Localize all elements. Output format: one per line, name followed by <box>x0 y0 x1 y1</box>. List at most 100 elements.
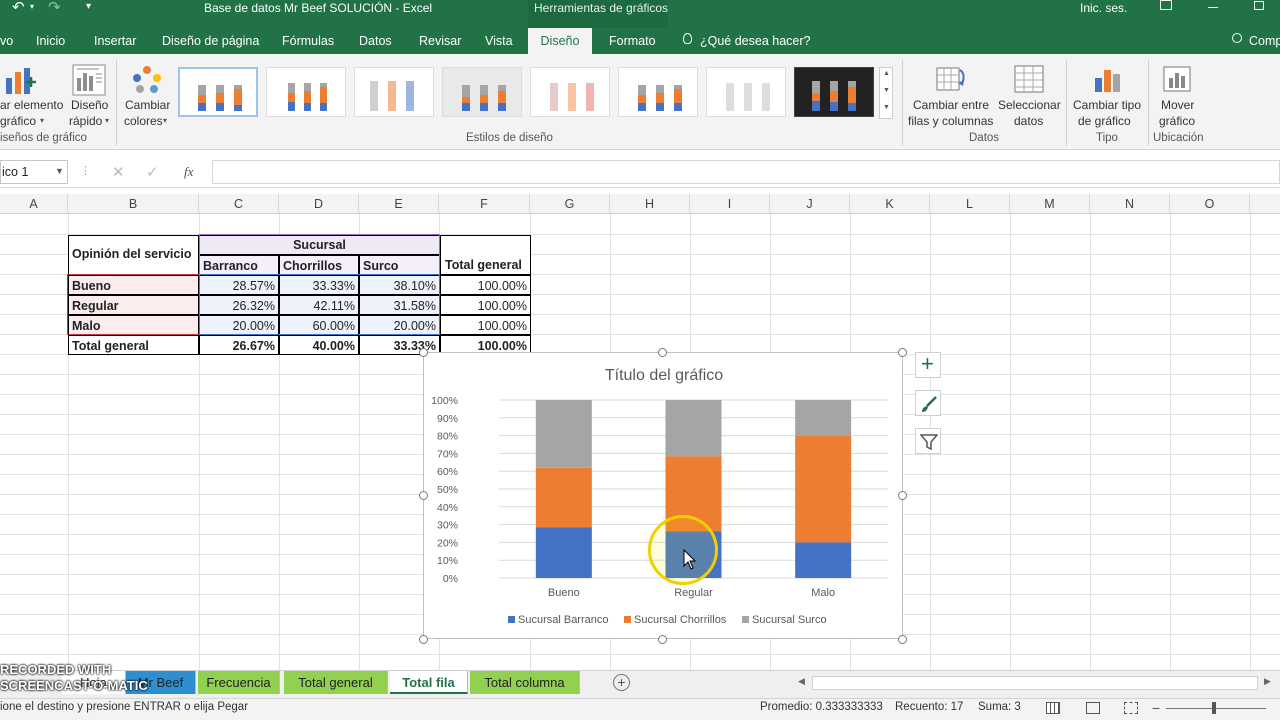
scroll-left-icon[interactable]: ◀ <box>798 676 805 687</box>
move-chart-label-1[interactable]: Mover <box>1161 97 1194 113</box>
total-cell[interactable]: 100.00% <box>440 295 531 315</box>
value-cell[interactable]: 40.00% <box>279 335 359 355</box>
stacked-bar-chart[interactable]: Título del gráfico 0% 10% 20% 30% 40% 50% 60% 70… <box>423 352 903 639</box>
chart-title[interactable]: Título del gráfico <box>605 367 723 384</box>
quick-layout-label-2[interactable]: rápido <box>69 113 102 129</box>
column-header-H[interactable]: H <box>610 194 690 214</box>
chart-styles-button[interactable] <box>915 390 941 416</box>
sheet-tab-frecuencia[interactable]: Frecuencia <box>198 671 280 694</box>
chart-filters-button[interactable] <box>915 428 941 454</box>
column-header-A[interactable]: A <box>0 194 68 214</box>
bar-segment-sucursal-barranco[interactable] <box>795 542 852 578</box>
bar-segment-sucursal-barranco[interactable] <box>535 527 592 578</box>
formula-input[interactable] <box>212 160 1280 184</box>
chart-elements-button[interactable]: + <box>915 352 941 378</box>
change-colors-label-1[interactable]: Cambiar <box>125 97 170 113</box>
page-layout-view-icon[interactable] <box>1086 702 1100 714</box>
select-data-icon[interactable] <box>1014 64 1046 94</box>
column-header-K[interactable]: K <box>850 194 930 214</box>
column-header-N[interactable]: N <box>1090 194 1170 214</box>
quick-layout-icon[interactable] <box>72 64 106 96</box>
column-header-L[interactable]: L <box>930 194 1010 214</box>
sheet-tab-total-columna[interactable]: Total columna <box>470 671 580 694</box>
sheet-tab-total-fila[interactable]: Total fila <box>390 671 468 694</box>
resize-handle[interactable] <box>419 635 428 644</box>
undo-dropdown-icon[interactable]: ▾ <box>30 2 34 11</box>
resize-handle[interactable] <box>658 348 667 357</box>
value-cell[interactable]: 26.67% <box>199 335 279 355</box>
column-header-G[interactable]: G <box>530 194 610 214</box>
tab-home[interactable]: Inicio <box>36 28 65 54</box>
new-sheet-icon[interactable]: + <box>613 674 630 691</box>
gallery-scroll[interactable]: ▲ ▼ ▼ <box>879 67 893 119</box>
tab-data[interactable]: Datos <box>359 28 392 54</box>
resize-handle[interactable] <box>898 491 907 500</box>
select-data-label-1[interactable]: Seleccionar <box>998 97 1061 113</box>
insert-function-icon[interactable]: fx <box>184 164 193 180</box>
tab-review[interactable]: Revisar <box>419 28 461 54</box>
resize-handle[interactable] <box>898 635 907 644</box>
column-header-J[interactable]: J <box>770 194 850 214</box>
tab-formulas[interactable]: Fórmulas <box>282 28 334 54</box>
change-chart-type-label-2[interactable]: de gráfico <box>1078 113 1131 129</box>
header-b-cell[interactable]: Opinión del servicio <box>68 235 199 275</box>
tab-chart-format[interactable]: Formato <box>609 28 656 54</box>
tell-me-search[interactable]: ¿Qué desea hacer? <box>700 28 811 54</box>
quick-layout-label-1[interactable]: Diseño <box>71 97 108 113</box>
tab-file[interactable]: vo <box>0 28 13 54</box>
column-header-C[interactable]: C <box>199 194 279 214</box>
legend-entry[interactable]: Sucursal Barranco <box>518 614 609 626</box>
add-chart-element-label-1[interactable]: ar elemento <box>0 97 63 113</box>
total-cell[interactable]: 100.00% <box>440 275 531 295</box>
sheet-tab-total-general[interactable]: Total general <box>284 671 388 694</box>
bar-segment-sucursal-surco[interactable] <box>535 400 592 468</box>
zoom-slider-thumb[interactable] <box>1212 702 1216 714</box>
switch-row-column-icon[interactable] <box>936 64 968 94</box>
resize-handle[interactable] <box>658 635 667 644</box>
minimize-icon[interactable] <box>1208 7 1218 8</box>
legend-entry[interactable]: Sucursal Surco <box>752 614 827 626</box>
resize-handle[interactable] <box>419 348 428 357</box>
column-header-B[interactable]: B <box>68 194 199 214</box>
column-header-E[interactable]: E <box>359 194 439 214</box>
undo-icon[interactable]: ↶ <box>12 0 25 16</box>
horizontal-scrollbar[interactable] <box>812 676 1258 690</box>
zoom-out-icon[interactable]: − <box>1152 700 1160 716</box>
chevron-down-icon[interactable]: ▼ <box>55 166 64 176</box>
tab-page-layout[interactable]: Diseño de página <box>162 28 259 54</box>
row-label-cell[interactable]: Total general <box>68 335 199 355</box>
name-box[interactable]: ico 1 ▼ <box>0 160 68 184</box>
header-total-cell[interactable]: Total general <box>440 235 531 275</box>
column-header-D[interactable]: D <box>279 194 359 214</box>
zoom-slider[interactable] <box>1166 708 1266 709</box>
resize-handle[interactable] <box>898 348 907 357</box>
total-cell[interactable]: 100.00% <box>440 315 531 335</box>
change-colors-label-2[interactable]: colores <box>124 113 163 129</box>
bar-segment-sucursal-chorrillos[interactable] <box>795 435 852 543</box>
chevron-down-icon[interactable]: ▼ <box>883 87 890 94</box>
tab-insert[interactable]: Insertar <box>94 28 136 54</box>
scroll-right-icon[interactable]: ▶ <box>1264 676 1271 687</box>
switch-row-column-label-1[interactable]: Cambiar entre <box>913 97 989 113</box>
column-header-I[interactable]: I <box>690 194 770 214</box>
customize-toolbar-icon[interactable]: ▾ <box>86 1 91 12</box>
bar-segment-sucursal-surco[interactable] <box>665 399 722 457</box>
page-break-view-icon[interactable] <box>1124 702 1138 714</box>
maximize-icon[interactable] <box>1254 1 1264 10</box>
select-data-label-2[interactable]: datos <box>1014 113 1043 129</box>
share-button[interactable]: Comp <box>1249 28 1280 54</box>
normal-view-icon[interactable] <box>1046 702 1060 714</box>
legend-entry[interactable]: Sucursal Chorrillos <box>634 614 727 626</box>
resize-handle[interactable] <box>419 491 428 500</box>
add-chart-element-icon[interactable] <box>4 64 38 96</box>
more-styles-icon[interactable]: ▼ <box>883 104 890 111</box>
add-chart-element-label-2[interactable]: gráfico <box>0 113 36 129</box>
share-icon[interactable] <box>1232 33 1242 43</box>
change-chart-type-label-1[interactable]: Cambiar tipo <box>1073 97 1141 113</box>
column-header-O[interactable]: O <box>1170 194 1250 214</box>
column-header-F[interactable]: F <box>439 194 530 214</box>
bar-segment-sucursal-chorrillos[interactable] <box>535 467 592 528</box>
chevron-up-icon[interactable]: ▲ <box>883 70 890 77</box>
move-chart-icon[interactable] <box>1162 64 1194 94</box>
bar-segment-sucursal-surco[interactable] <box>795 400 852 436</box>
